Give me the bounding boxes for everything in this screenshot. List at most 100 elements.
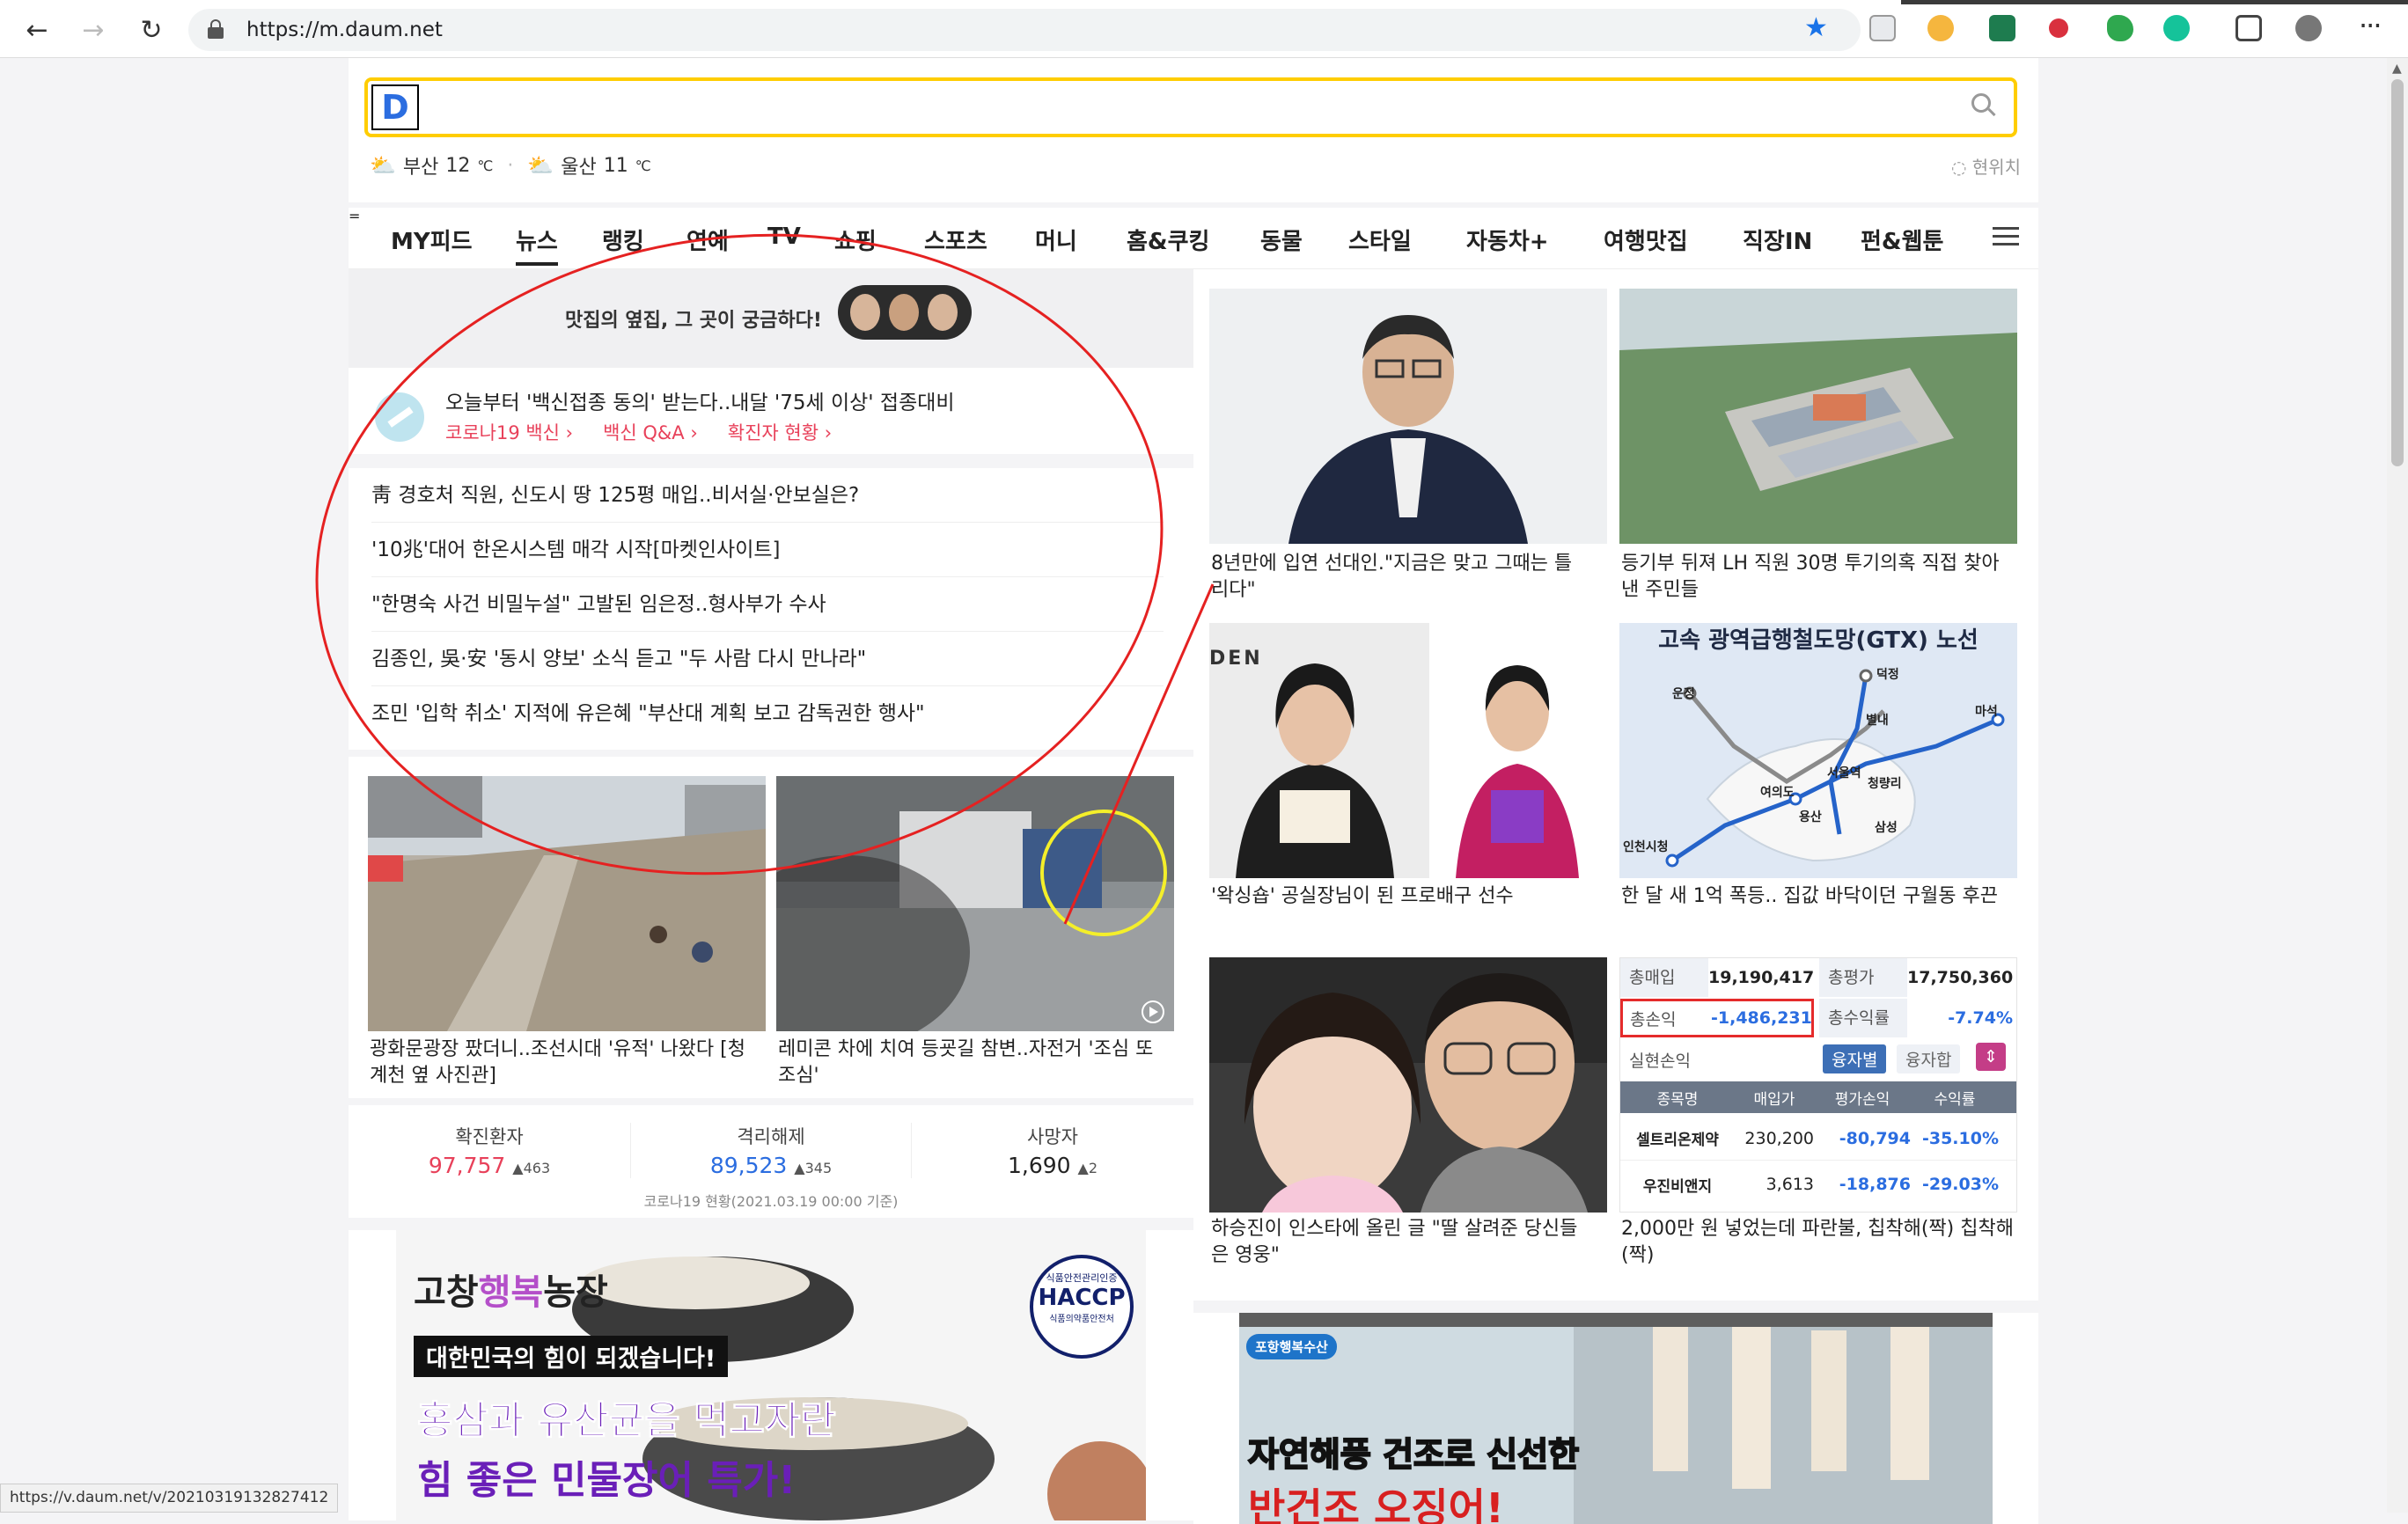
eel-ad[interactable]: 고창행복농장 대한민국의 힘이 되겠습니다! 홍삼과 유산균을 먹고자란 힘 좋… [349,1230,1193,1520]
address-bar[interactable]: https://m.daum.net [188,9,1861,51]
stock-tab-b[interactable]: 융자합 [1897,1044,1961,1073]
link-covid-vaccine[interactable]: 코로나19 백신 › [445,419,573,445]
thumb-family-photo[interactable] [1209,957,1607,1213]
stock-item: 셀트리온제약 230,200 -80,794 -35.10% [1620,1117,2016,1161]
daum-logo[interactable]: D [371,84,419,130]
ad-line1: 자연해풍 건조로 신선한 [1247,1434,1580,1475]
news-item[interactable]: '10兆'대어 한온시스템 매각 시작[마켓인사이트] [371,523,1164,577]
photo-caption[interactable]: 레미콘 차에 치여 등굣길 참변..자전거 '조심 또 조심' [778,1037,1174,1089]
covid-stats[interactable]: 확진환자 97,757 ▲463 격리해제 89,523 ▲345 사망자 1,… [349,1105,1193,1218]
card-caption[interactable]: 하승진이 인스타에 올린 글 "딸 살려준 당신들 은 영웅" [1211,1216,1609,1269]
link-vaccine-qa[interactable]: 백신 Q&A › [603,419,698,445]
forward-arrow-icon[interactable]: → [76,12,111,48]
separator-dot: · [507,154,514,177]
thumb-gtx-map[interactable]: 고속 광역급행철도망(GTX) 노선 운정 덕정 별내 마석 서울역 여의도 청… [1619,623,2017,878]
extension-k-icon[interactable] [1927,15,1954,41]
tab-travel-food[interactable]: 여행맛집 [1604,223,1688,256]
squid-ad[interactable]: 포항행복수산 자연해풍 건조로 신선한 반건조 오징어! [1193,1313,2038,1524]
tab-work[interactable]: 직장IN [1743,223,1812,256]
news-item[interactable]: 조민 '입학 취소' 지적에 유은혜 "부산대 계획 보고 감독권한 행사" [371,686,1164,741]
stock-item: 우진비앤지 3,613 -18,876 -29.03% [1642,1175,1999,1196]
map-station: 여의도 [1760,786,1795,800]
page-scrollbar[interactable]: ▲ [2387,58,2408,1513]
photo-accident[interactable] [776,776,1174,1031]
tab-style[interactable]: 스타일 [1348,223,1412,256]
map-station: 인천시청 [1623,840,1669,854]
more-menu-icon[interactable]: ··· [2359,9,2382,42]
card-caption[interactable]: 2,000만 원 넣었는데 파란불, 칩착해(짝) 칩착해 (짝) [1621,1216,2019,1269]
reload-icon[interactable]: ↻ [134,12,169,48]
tab-tv[interactable]: TV [767,223,801,250]
url-text[interactable]: https://m.daum.net [246,18,443,41]
search-icon[interactable] [1971,93,1998,120]
lock-icon[interactable] [208,19,224,39]
weather-city: 부산 [402,157,439,179]
thumb-interview[interactable] [1209,289,1607,544]
ad-line2: 반건조 오징어! [1248,1484,1504,1524]
photo-news: 광화문광장 팠더니..조선시대 '유적' 나왔다 [청 계천 옆 사진관] 레미콘… [349,757,1193,1098]
scroll-up-arrow-icon[interactable]: ▲ [2392,62,2402,76]
stock-header: 종목명 매입가 평가손익 수익률 [1620,1081,2016,1113]
tab-animals[interactable]: 동물 [1260,223,1303,256]
news-item[interactable]: 김종인, 吳·安 '동시 양보' 소식 듣고 "두 사람 다시 만나라" [371,632,1164,686]
card-caption[interactable]: 8년만에 입연 선대인."지금은 맞고 그때는 틀 리다" [1211,551,1609,604]
card-caption[interactable]: '왁싱숍' 공실장님이 된 프로배구 선수 [1211,883,1609,910]
locate-icon: ◌ [1950,157,1967,178]
back-arrow-icon[interactable]: ← [19,12,55,48]
news-item[interactable]: 靑 경호처 직원, 신도시 땅 125평 매입..비서실·안보실은? [371,468,1164,523]
search-input[interactable]: D [364,77,2017,137]
ad-line1: 홍삼과 유산균을 먹고자란 [417,1398,837,1444]
covid-vaccine-banner[interactable]: 오늘부터 '백신접종 동의' 받는다..내달 '75세 이상' 접종대비 코로나… [349,368,1193,461]
tab-strip-edge [0,0,2408,4]
weather-widget[interactable]: ⛅ 부산 12 ℃ · ⛅ 울산 11 ℃ [370,151,651,180]
scroll-thumb[interactable] [2391,79,2404,466]
weather-unit: ℃ [635,157,651,174]
browser-toolbar: ← → ↻ https://m.daum.net ★ ··· [0,0,2408,58]
card-caption[interactable]: 등기부 뒤져 LH 직원 30명 투기의혹 직접 찾아 낸 주민들 [1621,551,2019,604]
search-section: D ⛅ 부산 12 ℃ · ⛅ 울산 11 ℃ ◌ 현위치 [349,58,2038,202]
tab-cars[interactable]: 자동차+ [1466,223,1549,256]
extension-red-icon[interactable] [2049,18,2068,38]
tab-my-feed[interactable]: MY피드 [391,223,473,256]
covid-headline[interactable]: 오늘부터 '백신접종 동의' 받는다..내달 '75세 이상' 접종대비 [445,385,955,415]
tab-news[interactable]: 뉴스 [516,223,558,266]
vaccine-syringe-icon [375,392,424,442]
stat-confirmed: 확진환자 97,757 ▲463 [428,1126,551,1178]
tab-sports[interactable]: 스포츠 [924,223,987,256]
tab-ranking[interactable]: 랭킹 [602,223,644,256]
current-location-button[interactable]: ◌ 현위치 [1951,153,2021,179]
thumb-aerial-development[interactable] [1619,289,2017,544]
sort-toggle-icon[interactable]: ⇕ [1976,1043,2006,1071]
stock-tab-a[interactable]: 융자별 [1823,1044,1887,1073]
collections-icon[interactable] [2235,15,2262,41]
gtx-map-title: 고속 광역급행철도망(GTX) 노선 [1619,623,2017,658]
profile-avatar-icon[interactable] [2295,15,2322,41]
reading-list-icon[interactable] [1869,15,1896,41]
menu-icon[interactable] [1993,227,2019,246]
grammarly-icon[interactable] [2163,15,2190,41]
tab-fun-webtoon[interactable]: 펀&웹툰 [1861,223,1943,256]
news-item[interactable]: "한명숙 사건 비밀누설" 고발된 임은정..형사부가 수사 [371,577,1164,632]
evernote-icon[interactable] [2107,15,2133,41]
extension-s-icon[interactable] [1989,15,2015,41]
link-confirmed-status[interactable]: 확진자 현황 › [728,419,832,445]
map-station: 청량리 [1868,777,1902,791]
thumb-stock-table[interactable]: 총매입 19,190,417 총평가 17,750,360 총손익 -1,486… [1619,957,2017,1213]
den-sign: DEN [1209,648,1263,670]
stat-deaths: 사망자 1,690 ▲2 [1007,1126,1098,1178]
category-tabs: MY피드 뉴스 랭킹 연예 TV 쇼핑 스포츠 머니 = 홈&쿠킹 동물 스타일… [349,208,2038,269]
covid-links: 코로나19 백신 › 백신 Q&A › 확진자 현황 › [445,419,832,445]
stock-row: 총매입 19,190,417 총평가 17,750,360 [1620,958,2016,997]
tab-entertainment[interactable]: 연예 [686,223,729,256]
card-caption[interactable]: 한 달 새 1억 폭등.. 집값 바닥이던 구월동 후끈 [1621,883,2019,910]
promo-thumbnail [838,285,972,340]
photo-caption[interactable]: 광화문광장 팠더니..조선시대 '유적' 나왔다 [청 계천 옆 사진관] [370,1037,757,1089]
promo-banner[interactable]: 맛집의 옆집, 그 곳이 궁금하다! [349,269,1193,368]
photo-excavation[interactable] [368,776,766,1031]
tab-home-cooking[interactable]: 홈&쿠킹 [1127,223,1209,256]
tab-money[interactable]: 머니 [1035,223,1077,256]
thumb-volleyball-player[interactable]: DEN [1209,623,1607,878]
map-station: 운정 [1672,687,1695,701]
favorite-star-icon[interactable]: ★ [1804,12,1828,43]
tab-shopping[interactable]: 쇼핑 [834,223,877,256]
